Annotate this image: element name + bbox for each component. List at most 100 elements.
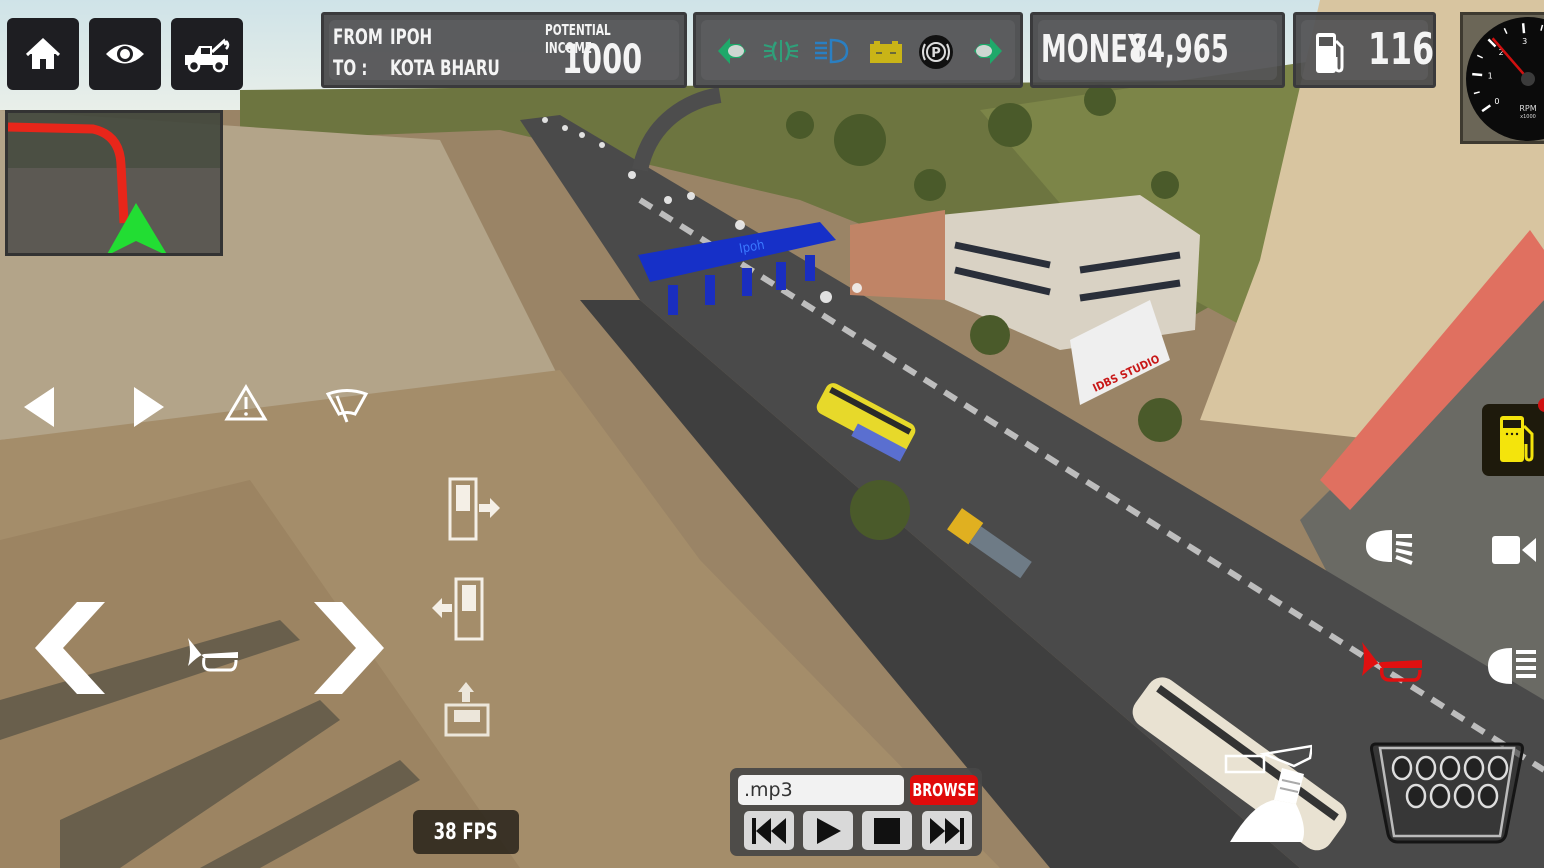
fps-value: 38 [434, 819, 457, 845]
battery-icon [870, 41, 902, 63]
browse-label: BROWSE [912, 779, 976, 801]
indicator-panel: P [693, 12, 1023, 88]
parking-brake-icon: P [919, 35, 953, 69]
scene-graphics: IDBS STUDIO Ipoh [0, 0, 1544, 868]
fog-light-icon [763, 40, 799, 62]
headlight-button[interactable] [1362, 528, 1416, 566]
to-label: TO : [333, 56, 368, 80]
gear-connector-pin [1405, 783, 1427, 809]
tachometer-label: 0 [1494, 97, 1499, 106]
home-icon [25, 37, 61, 69]
skip-forward-icon [930, 817, 964, 844]
mp3-file-input[interactable] [738, 775, 904, 805]
tachometer-label: 1 [1488, 72, 1493, 81]
tachometer-hub [1521, 72, 1535, 86]
potential-income-value: 1000 [562, 37, 643, 83]
gear-connector-pin [1391, 755, 1413, 781]
accelerator-pedal-icon [1224, 744, 1312, 842]
high-beam-icon [1488, 648, 1536, 684]
gear-connector-pin [1439, 755, 1461, 781]
gear-connector-pin [1463, 755, 1485, 781]
home-button[interactable] [7, 18, 79, 90]
stop-button[interactable] [862, 811, 912, 850]
music-player: BROWSE [730, 768, 982, 856]
rpm-label: RPM [1519, 104, 1536, 113]
left-signal-button[interactable] [22, 385, 56, 429]
open-front-door-button[interactable] [448, 476, 502, 542]
to-value: KOTA BHARU [390, 56, 500, 80]
tachometer: 0123456 RPM x1000 [1460, 12, 1544, 144]
steer-right-button[interactable] [312, 602, 384, 694]
eye-icon [106, 44, 144, 64]
stop-icon [874, 817, 900, 844]
rpm-sub-label: x1000 [1520, 114, 1536, 120]
high-beam-icon [815, 38, 849, 64]
horn-icon [1362, 642, 1422, 682]
fuel-panel: 116 [1293, 12, 1436, 88]
refuel-button[interactable] [1482, 398, 1544, 476]
brick-building [850, 210, 945, 300]
wiper-button[interactable] [325, 388, 369, 426]
fuel-pump-icon [1316, 33, 1344, 73]
gear-connector-pin [1453, 783, 1475, 809]
skip-back-icon [752, 817, 786, 844]
steer-left-button[interactable] [35, 602, 107, 694]
arrow-right-icon [974, 38, 1002, 64]
fuel-pump-icon [1500, 416, 1534, 462]
door-open-right-icon [448, 477, 500, 541]
camera-view-button[interactable] [89, 18, 161, 90]
svg-text:P: P [931, 46, 941, 61]
fps-unit: FPS [462, 819, 498, 845]
tow-truck-icon [185, 38, 230, 73]
next-track-button[interactable] [922, 811, 972, 850]
gear-selector-button[interactable] [1368, 738, 1526, 846]
previous-track-button[interactable] [744, 811, 794, 850]
player-arrow-icon [106, 203, 168, 256]
horn-button[interactable] [186, 636, 242, 676]
tachometer-tick [1472, 72, 1483, 77]
tachometer-dial: 0123456 RPM x1000 [1466, 17, 1544, 141]
video-camera-icon [1492, 536, 1536, 564]
luggage-door-button[interactable] [444, 680, 490, 738]
high-beam-button[interactable] [1486, 646, 1540, 686]
fps-counter: 38 FPS [413, 810, 519, 854]
air-horn-button[interactable] [1360, 640, 1426, 684]
money-value: 84,965 [1129, 27, 1229, 71]
triangle-left-icon [24, 387, 54, 427]
fuel-value: 116 [1368, 24, 1435, 75]
indicator-panel-inner [701, 20, 1015, 80]
money-panel: MONEY 84,965 [1030, 12, 1285, 88]
accelerator-pedal[interactable] [1222, 744, 1312, 844]
luggage-door-icon [444, 682, 490, 737]
notification-badge [1538, 398, 1544, 412]
from-label: FROM [333, 25, 383, 49]
tow-truck-button[interactable] [171, 18, 243, 90]
gear-connector-pin [1415, 755, 1437, 781]
chevron-right-icon [314, 602, 384, 694]
low-beam-icon [1366, 530, 1413, 565]
browse-button[interactable]: BROWSE [910, 775, 978, 805]
wiper-icon [325, 389, 369, 416]
right-signal-button[interactable] [132, 385, 166, 429]
minimap[interactable] [5, 110, 223, 256]
tachometer-tick [1521, 23, 1526, 34]
arrow-left-icon [718, 38, 746, 64]
open-rear-door-button[interactable] [430, 576, 486, 642]
minimap-graphics [7, 113, 220, 256]
camera-button[interactable] [1490, 532, 1544, 568]
gear-connector-icon [1370, 742, 1524, 844]
triangle-right-icon [134, 387, 164, 427]
horn-icon [188, 638, 238, 672]
door-open-left-icon [432, 577, 484, 641]
gear-connector-pin [1429, 783, 1451, 809]
game-world-view[interactable]: IDBS STUDIO Ipoh [0, 0, 1544, 868]
chevron-left-icon [35, 602, 105, 694]
tachometer-label: 3 [1522, 37, 1527, 46]
play-button[interactable] [803, 811, 853, 850]
play-icon [817, 817, 841, 844]
gear-connector-pin [1477, 783, 1499, 809]
hazard-button[interactable] [224, 384, 268, 422]
route-panel: FROM IPOH TO : KOTA BHARU POTENTIAL INCO… [321, 12, 687, 88]
fps-text: 38 FPS [434, 820, 498, 845]
from-value: IPOH [390, 25, 433, 49]
